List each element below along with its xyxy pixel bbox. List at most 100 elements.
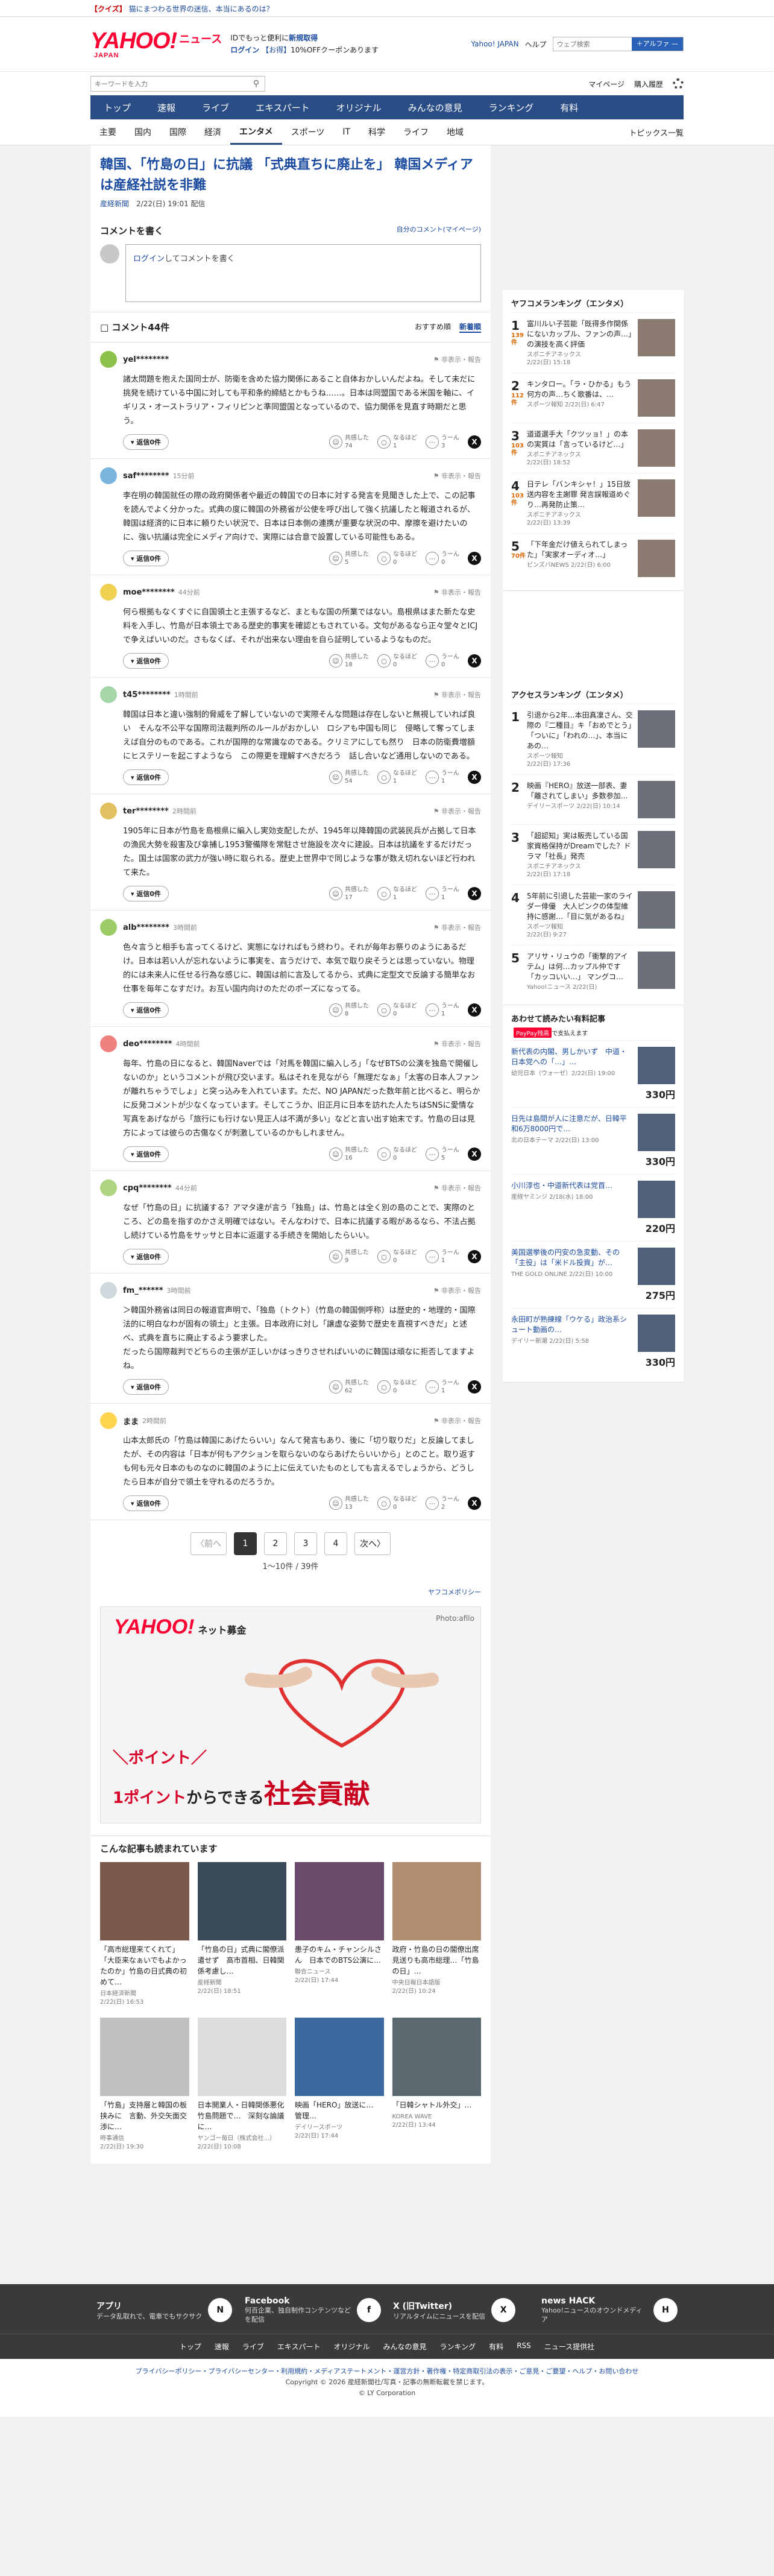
x-share-icon[interactable]: X <box>468 1148 481 1161</box>
comment-login-link[interactable]: ログイン <box>133 254 165 264</box>
report-link[interactable]: ⚑ 非表示・報告 <box>433 1183 481 1193</box>
footer-nav-link[interactable]: 有料 <box>489 2341 503 2352</box>
purchase-history-link[interactable]: 購入履歴 <box>634 79 663 89</box>
my-comments-link[interactable]: 自分のコメント(マイページ) <box>397 224 481 237</box>
footer-nav-link[interactable]: みんなの意見 <box>383 2341 427 2352</box>
x-share-icon[interactable]: X <box>468 887 481 900</box>
reply-button[interactable]: ▾ 返信0件 <box>123 551 169 566</box>
reply-button[interactable]: ▾ 返信0件 <box>123 1249 169 1264</box>
paid-article-item[interactable]: 小川淳也・中道新代表は党首… 産経ヤミンジ 2/18(水) 18:00 220円 <box>511 1174 675 1241</box>
related-article-card[interactable]: 政府・竹島の日の閣僚出席見送りも高市総理…「竹島の日」… 中央日報日本語版 2/2… <box>392 1862 481 2007</box>
ranking-item[interactable]: 1 139件 富川ルい子芸能「既得多作関係にないカップル、ファンの声…」の演技を高く… <box>511 312 675 373</box>
ad-banner[interactable]: YAHOO! ネット募金 Photo:afilo ＼ポイント／ 1ポイントからでき… <box>100 1606 481 1823</box>
footer-nav-link[interactable]: RSS <box>517 2341 531 2352</box>
think-button[interactable]: ○ なるほど 0 <box>377 551 417 566</box>
agree-button[interactable]: ☺ 共感した 18 <box>329 653 369 669</box>
report-link[interactable]: ⚑ 非表示・報告 <box>433 1039 481 1049</box>
web-search-input[interactable] <box>553 37 632 51</box>
agree-button[interactable]: ☺ 共感した 17 <box>329 886 369 901</box>
avatar[interactable] <box>100 1282 117 1299</box>
report-link[interactable]: ⚑ 非表示・報告 <box>433 587 481 597</box>
think-button[interactable]: ○ なるほど 0 <box>377 1002 417 1018</box>
footer-nav-link[interactable]: 速報 <box>215 2341 229 2352</box>
category-tab[interactable]: 主要 <box>90 119 125 145</box>
hmm-button[interactable]: ⋯ うーん 1 <box>426 769 459 785</box>
pager-prev[interactable]: 〈前へ <box>190 1532 227 1555</box>
hmm-button[interactable]: ⋯ うーん 1 <box>426 1249 459 1264</box>
reply-button[interactable]: ▾ 返信0件 <box>123 653 169 669</box>
avatar[interactable] <box>100 919 117 936</box>
x-share-icon[interactable]: X <box>468 771 481 784</box>
ranking-item[interactable]: 2 112件 キンタロー。「ラ・ひかる」もう何方の声…ちく歌番は、… スポーツ報知 2… <box>511 373 675 423</box>
main-nav-item[interactable]: 有料 <box>547 95 591 119</box>
report-link[interactable]: ⚑ 非表示・報告 <box>433 806 481 816</box>
category-tab[interactable]: 国内 <box>125 119 160 145</box>
hmm-button[interactable]: ⋯ うーん 1 <box>426 886 459 901</box>
yahoo-top-link[interactable]: Yahoo! JAPAN <box>471 40 518 48</box>
report-link[interactable]: ⚑ 非表示・報告 <box>433 471 481 481</box>
reply-button[interactable]: ▾ 返信0件 <box>123 434 169 450</box>
yahoo-logo[interactable]: YAHOO! JAPAN <box>90 30 177 59</box>
paid-article-item[interactable]: 美国選挙後の円安の急変動、その「主役」は「米ドル投資」が… THE GOLD ON… <box>511 1241 675 1308</box>
comment-user[interactable]: deo******** <box>123 1040 172 1049</box>
category-tab[interactable]: エンタメ <box>230 119 282 145</box>
x-share-icon[interactable]: X <box>468 1497 481 1510</box>
comment-user[interactable]: yel******** <box>123 355 169 364</box>
comment-policy-link[interactable]: ヤフコメポリシー <box>428 1588 481 1596</box>
help-link[interactable]: ヘルプ <box>525 39 547 49</box>
footer-nav-link[interactable]: ライブ <box>242 2341 264 2352</box>
main-nav-item[interactable]: 速報 <box>144 95 189 119</box>
category-tab[interactable]: ライフ <box>394 119 438 145</box>
agree-button[interactable]: ☺ 共感した 9 <box>329 1249 369 1264</box>
hmm-button[interactable]: ⋯ うーん 3 <box>426 434 459 450</box>
footer-nav-link[interactable]: ランキング <box>440 2341 476 2352</box>
agree-button[interactable]: ☺ 共感した 74 <box>329 434 369 450</box>
x-share-icon[interactable]: X <box>468 1003 481 1017</box>
gear-icon[interactable] <box>673 78 684 89</box>
pager-page-4[interactable]: 4 <box>324 1532 347 1555</box>
think-button[interactable]: ○ なるほど 1 <box>377 434 417 450</box>
paid-article-item[interactable]: 新代表の内閣、男しかいず 中道・日本党への「…」… 幼児日本（ウォーゼ）2/22(… <box>511 1040 675 1107</box>
comment-user[interactable]: ter******** <box>123 807 169 816</box>
comment-user[interactable]: alb******** <box>123 923 169 932</box>
quiz-link[interactable]: 【クイズ】 猫にまつわる世界の迷信、本当にあるのは？ <box>90 4 274 14</box>
comment-user[interactable]: cpq******** <box>123 1184 172 1193</box>
article-source[interactable]: 産経新聞 <box>100 200 129 208</box>
pager-page-2[interactable]: 2 <box>264 1532 287 1555</box>
avatar[interactable] <box>100 1412 117 1429</box>
think-button[interactable]: ○ なるほど 0 <box>377 1249 417 1264</box>
category-tab[interactable]: IT <box>333 119 359 145</box>
reply-button[interactable]: ▾ 返信0件 <box>123 1379 169 1395</box>
footer-nav-link[interactable]: ニュース提供社 <box>544 2341 594 2352</box>
login-link[interactable]: ログイン <box>230 46 259 54</box>
avatar[interactable] <box>100 467 117 484</box>
report-link[interactable]: ⚑ 非表示・報告 <box>433 355 481 364</box>
report-link[interactable]: ⚑ 非表示・報告 <box>433 1416 481 1425</box>
category-tab[interactable]: 国際 <box>160 119 195 145</box>
report-link[interactable]: ⚑ 非表示・報告 <box>433 690 481 699</box>
ranking-item[interactable]: 3 103件 道道選手大「クツッョ！」の本の実質は「言っているけど…」 スポニチアネッ… <box>511 423 675 473</box>
category-tab[interactable]: 地域 <box>438 119 473 145</box>
main-nav-item[interactable]: ライブ <box>189 95 242 119</box>
think-button[interactable]: ○ なるほど 0 <box>377 653 417 669</box>
agree-button[interactable]: ☺ 共感した 13 <box>329 1495 369 1511</box>
related-article-card[interactable]: 「竹島の日」式典に閣僚派遣せず 高市首相、日韓関係考慮し… 産経新聞 2/22(日… <box>197 1862 286 2007</box>
related-article-card[interactable]: 患子のキム・チャンシルさん 日本でのBTS公演に… 聯合ニュース 2/22(日) … <box>295 1862 384 2007</box>
related-article-card[interactable]: 「高市総理来てくれて」「大臣来なぁいでもよかったのか」竹島の日式典の初めて… 日本… <box>100 1862 189 2007</box>
x-share-icon[interactable]: X <box>468 435 481 449</box>
comment-textarea[interactable]: ログインしてコメントを書く <box>125 244 481 302</box>
footer-social-link[interactable]: Facebook 何百企業、独自制作コンテンツなどを配信 f <box>239 2296 387 2324</box>
ranking-item[interactable]: 4 103件 日テレ「バンキシャ！」15日放送内容を主謝罪 発言誤報道めぐり…再発防… <box>511 473 675 533</box>
think-button[interactable]: ○ なるほど 0 <box>377 1495 417 1511</box>
pager-next[interactable]: 次へ〉 <box>354 1532 391 1555</box>
sort-recommended[interactable]: おすすめ順 <box>415 321 451 333</box>
agree-button[interactable]: ☺ 共感した 54 <box>329 769 369 785</box>
legal-links[interactable]: プライバシーポリシー・プライバシーセンター・利用規約・メディアステートメント・運… <box>0 2366 774 2377</box>
x-share-icon[interactable]: X <box>468 552 481 565</box>
category-tab[interactable]: 経済 <box>195 119 230 145</box>
hmm-button[interactable]: ⋯ うーん 0 <box>426 551 459 566</box>
agree-button[interactable]: ☺ 共感した 62 <box>329 1379 369 1395</box>
x-share-icon[interactable]: X <box>468 1250 481 1263</box>
hmm-button[interactable]: ⋯ うーん 2 <box>426 1495 459 1511</box>
comment-user[interactable]: saf******** <box>123 472 169 481</box>
